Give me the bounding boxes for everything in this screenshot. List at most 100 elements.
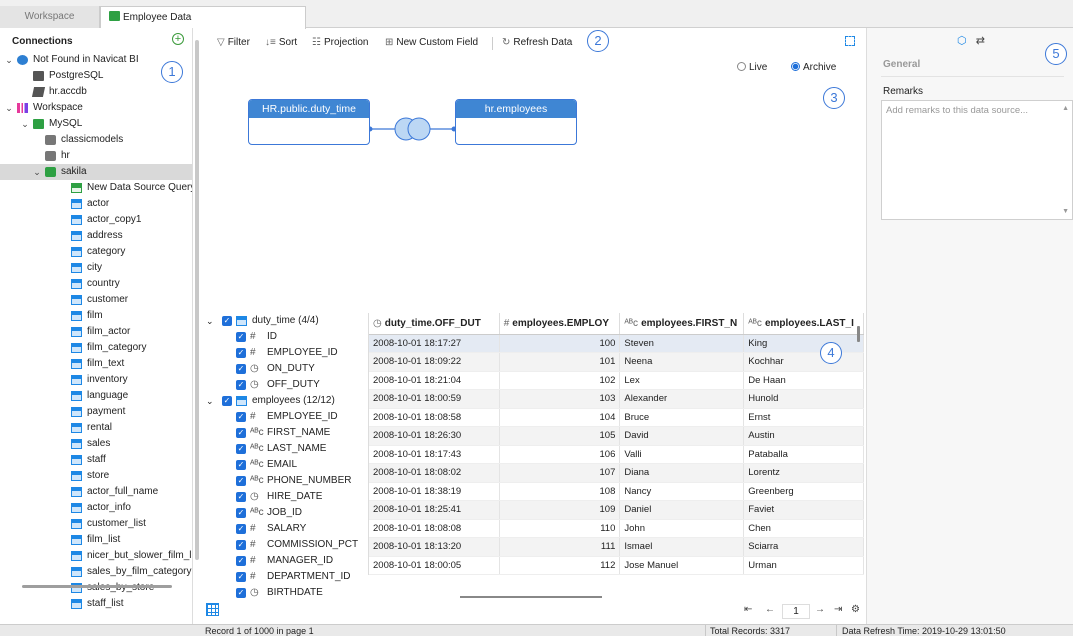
table-cell[interactable]: Nancy bbox=[619, 482, 745, 501]
table-cell[interactable]: Ismael bbox=[619, 537, 745, 557]
table-cell[interactable]: Sciarra bbox=[743, 537, 864, 557]
sidebar-item[interactable]: actor_full_name bbox=[0, 484, 192, 500]
table-cell[interactable]: Daniel bbox=[619, 500, 745, 520]
field-item[interactable]: ✓ ᴬᴮc JOB_ID bbox=[200, 505, 367, 521]
table-cell[interactable]: 2008-10-01 18:00:05 bbox=[369, 556, 500, 575]
table-cell[interactable]: Hunold bbox=[743, 389, 864, 409]
live-radio[interactable]: Live bbox=[737, 62, 767, 73]
sidebar-item[interactable]: payment bbox=[0, 404, 192, 420]
checkbox-checked-icon[interactable]: ✓ bbox=[236, 460, 246, 470]
table-cell[interactable]: 2008-10-01 18:17:27 bbox=[369, 334, 500, 353]
table-cell[interactable]: 108 bbox=[499, 482, 621, 501]
grid-horizontal-scrollbar[interactable] bbox=[460, 596, 602, 598]
sidebar-item[interactable]: actor bbox=[0, 196, 192, 212]
table-cell[interactable]: 101 bbox=[499, 352, 621, 372]
checkbox-checked-icon[interactable]: ✓ bbox=[222, 396, 232, 406]
table-cell[interactable]: 2008-10-01 18:38:19 bbox=[369, 482, 500, 501]
diagram-canvas[interactable]: HR.public.duty_time hr.employees bbox=[200, 57, 866, 312]
table-cell[interactable]: 2008-10-01 18:08:02 bbox=[369, 463, 500, 483]
table-cell[interactable]: David bbox=[619, 426, 745, 446]
cube-icon[interactable]: ⬡ bbox=[957, 35, 967, 47]
tab-employee-data[interactable]: Employee Data bbox=[100, 6, 306, 29]
table-row[interactable]: 2008-10-01 18:08:08 110 John Chen bbox=[369, 519, 864, 538]
table-row[interactable]: 2008-10-01 18:13:20 111 Ismael Sciarra bbox=[369, 537, 864, 557]
field-item[interactable]: ✓ ᴬᴮc LAST_NAME bbox=[200, 441, 367, 457]
refresh-data-button[interactable]: ↻ Refresh Data bbox=[502, 37, 572, 48]
table-cell[interactable]: 2008-10-01 18:17:43 bbox=[369, 445, 500, 464]
table-cell[interactable]: Ernst bbox=[743, 408, 864, 427]
sidebar-item[interactable]: inventory bbox=[0, 372, 192, 388]
table-row[interactable]: 2008-10-01 18:26:30 105 David Austin bbox=[369, 426, 864, 446]
checkbox-checked-icon[interactable]: ✓ bbox=[236, 444, 246, 454]
sidebar-item[interactable]: store bbox=[0, 468, 192, 484]
table-cell[interactable]: Bruce bbox=[619, 408, 745, 427]
table-cell[interactable]: Diana bbox=[619, 463, 745, 483]
field-item[interactable]: ✓ # EMPLOYEE_ID bbox=[200, 409, 367, 425]
table-cell[interactable]: 2008-10-01 18:26:30 bbox=[369, 426, 500, 446]
table-cell[interactable]: Lex bbox=[619, 371, 745, 390]
sidebar-item[interactable]: address bbox=[0, 228, 192, 244]
field-item[interactable]: ✓ ◷ ON_DUTY bbox=[200, 361, 367, 377]
sidebar-item[interactable]: nicer_but_slower_film_li bbox=[0, 548, 192, 564]
gear-icon[interactable]: ⚙ bbox=[851, 604, 860, 615]
field-item[interactable]: ✓ ᴬᴮc EMAIL bbox=[200, 457, 367, 473]
sidebar-scrollbar[interactable] bbox=[195, 40, 199, 560]
archive-radio[interactable]: Archive bbox=[791, 62, 836, 73]
table-cell[interactable]: Alexander bbox=[619, 389, 745, 409]
table-cell[interactable]: 102 bbox=[499, 371, 621, 390]
checkbox-checked-icon[interactable]: ✓ bbox=[236, 380, 246, 390]
filter-button[interactable]: ▽ Filter bbox=[217, 37, 250, 48]
table-cell[interactable]: 111 bbox=[499, 537, 621, 557]
chevron-down-icon[interactable]: ⌄ bbox=[20, 116, 30, 132]
chevron-down-icon[interactable]: ⌄ bbox=[32, 164, 42, 180]
field-item[interactable]: ✓ # SALARY bbox=[200, 521, 367, 537]
sidebar-item[interactable]: film_actor bbox=[0, 324, 192, 340]
checkbox-checked-icon[interactable]: ✓ bbox=[236, 572, 246, 582]
field-item[interactable]: ✓ # COMMISSION_PCT bbox=[200, 537, 367, 553]
first-page-icon[interactable]: ⇤ bbox=[744, 604, 752, 615]
remarks-textarea[interactable]: Add remarks to this data source... ▲ ▼ bbox=[881, 100, 1073, 220]
sidebar-item[interactable]: hr.accdb bbox=[0, 84, 192, 100]
checkbox-checked-icon[interactable]: ✓ bbox=[236, 332, 246, 342]
table-cell[interactable]: Chen bbox=[743, 519, 864, 538]
table-cell[interactable]: King bbox=[743, 334, 864, 353]
sidebar-item[interactable]: language bbox=[0, 388, 192, 404]
field-item[interactable]: ✓ # DEPARTMENT_ID bbox=[200, 569, 367, 585]
column-header[interactable]: ᴬᴮc employees.LAST_I bbox=[743, 313, 864, 335]
sidebar-item[interactable]: ⌄ MySQL bbox=[0, 116, 192, 132]
sidebar-item[interactable]: staff bbox=[0, 452, 192, 468]
table-row[interactable]: 2008-10-01 18:38:19 108 Nancy Greenberg bbox=[369, 482, 864, 501]
table-node-employees[interactable]: hr.employees bbox=[455, 99, 577, 145]
table-cell[interactable]: Pataballa bbox=[743, 445, 864, 464]
sidebar-item[interactable]: film_category bbox=[0, 340, 192, 356]
table-cell[interactable]: 105 bbox=[499, 426, 621, 446]
sidebar-horizontal-scrollbar[interactable] bbox=[22, 585, 172, 588]
field-item[interactable]: ✓ ◷ BIRTHDATE bbox=[200, 585, 367, 601]
table-cell[interactable]: 106 bbox=[499, 445, 621, 464]
field-group[interactable]: ⌄ ✓ duty_time (4/4) bbox=[200, 313, 367, 329]
expand-icon[interactable] bbox=[845, 36, 855, 46]
table-cell[interactable]: Steven bbox=[619, 334, 745, 353]
tab-workspace[interactable]: Workspace bbox=[0, 6, 100, 28]
field-group[interactable]: ⌄ ✓ employees (12/12) bbox=[200, 393, 367, 409]
table-row[interactable]: 2008-10-01 18:08:02 107 Diana Lorentz bbox=[369, 463, 864, 483]
checkbox-checked-icon[interactable]: ✓ bbox=[236, 524, 246, 534]
next-page-icon[interactable]: → bbox=[815, 604, 825, 615]
last-page-icon[interactable]: ⇥ bbox=[834, 604, 842, 615]
sidebar-item[interactable]: customer_list bbox=[0, 516, 192, 532]
sidebar-item[interactable]: staff_list bbox=[0, 596, 192, 612]
column-header[interactable]: # employees.EMPLOY bbox=[499, 313, 621, 335]
sidebar-item[interactable]: category bbox=[0, 244, 192, 260]
table-cell[interactable]: 2008-10-01 18:00:59 bbox=[369, 389, 500, 409]
field-item[interactable]: ✓ ◷ HIRE_DATE bbox=[200, 489, 367, 505]
chevron-down-icon[interactable]: ⌄ bbox=[4, 52, 14, 68]
sidebar-item[interactable]: sales_by_store bbox=[0, 580, 192, 596]
field-item[interactable]: ✓ # EMPLOYEE_ID bbox=[200, 345, 367, 361]
sidebar-item[interactable]: classicmodels bbox=[0, 132, 192, 148]
table-row[interactable]: 2008-10-01 18:21:04 102 Lex De Haan bbox=[369, 371, 864, 390]
checkbox-checked-icon[interactable]: ✓ bbox=[236, 540, 246, 550]
scroll-up-icon[interactable]: ▲ bbox=[1062, 105, 1069, 112]
table-cell[interactable]: De Haan bbox=[743, 371, 864, 390]
checkbox-checked-icon[interactable]: ✓ bbox=[222, 316, 232, 326]
table-cell[interactable]: Austin bbox=[743, 426, 864, 446]
